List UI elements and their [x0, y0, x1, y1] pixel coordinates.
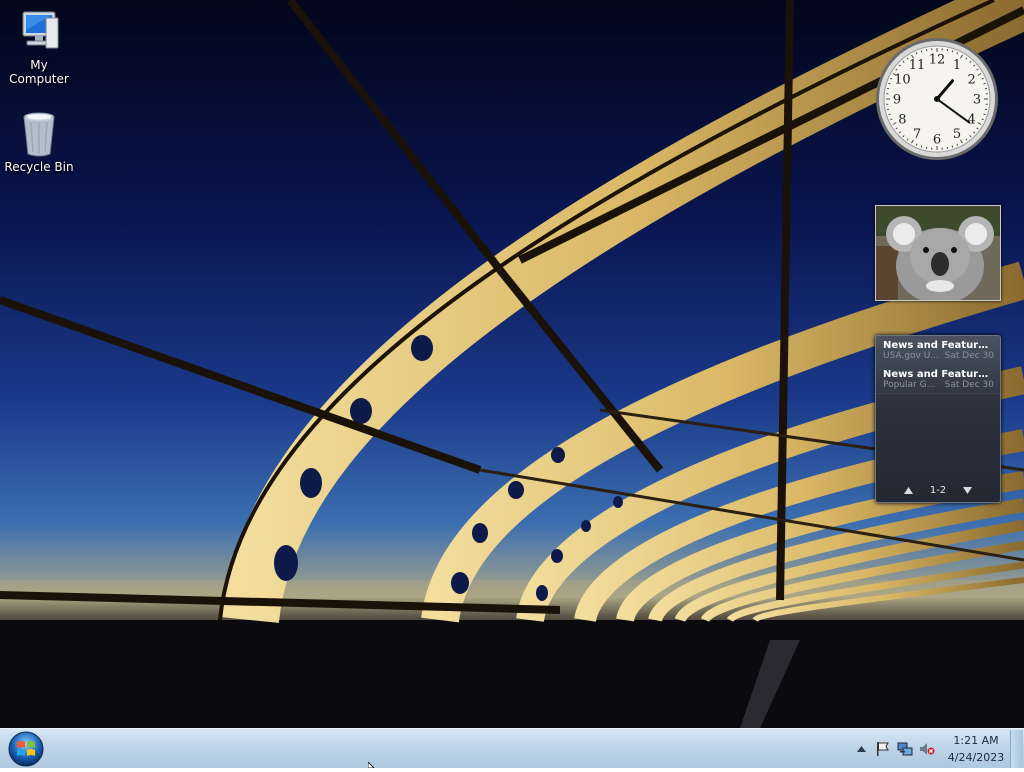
clock-numeral: 7: [913, 127, 921, 142]
feed-source: Popular G...: [883, 380, 941, 390]
feed-date: Sat Dec 30: [945, 351, 994, 361]
taskbar-time: 1:21 AM: [944, 732, 1008, 749]
clock-numeral: 11: [909, 58, 926, 73]
feed-title: News and Features f...: [883, 340, 994, 351]
desktop-icon-label: My Computer: [9, 58, 69, 86]
clock-tick: [952, 50, 953, 52]
system-tray: 1:21 AM 4/24/2023: [850, 729, 1024, 769]
clock-numeral: 4: [968, 113, 976, 128]
clock-numeral: 3: [973, 93, 981, 108]
taskbar: 1:21 AM 4/24/2023: [0, 728, 1024, 768]
taskbar-clock[interactable]: 1:21 AM 4/24/2023: [944, 732, 1008, 766]
action-center-flag-icon[interactable]: [875, 741, 891, 757]
clock-numeral: 9: [893, 93, 901, 108]
clock-tick: [984, 83, 986, 84]
clock-tick: [952, 146, 953, 148]
start-button[interactable]: [4, 730, 48, 768]
clock-tick: [984, 114, 986, 115]
desktop-icon-label: Recycle Bin: [4, 160, 73, 174]
pager-down-icon[interactable]: [962, 485, 972, 495]
clock-numeral: 10: [894, 73, 911, 88]
pager-label: 1-2: [930, 485, 946, 496]
slideshow-gadget[interactable]: [875, 205, 1001, 301]
network-icon[interactable]: [897, 741, 913, 757]
desktop-icon-my-computer[interactable]: My Computer: [0, 8, 78, 86]
recycle-bin-icon: [15, 110, 63, 158]
clock-numeral: 2: [968, 73, 976, 88]
desktop-icon-recycle-bin[interactable]: Recycle Bin: [0, 110, 78, 174]
desktop[interactable]: My Computer Recycle Bin 12 12 3 45678 9 1011: [0, 0, 1024, 728]
mouse-cursor: [368, 762, 376, 768]
feed-source: USA.gov U...: [883, 351, 941, 361]
clock-tick: [921, 146, 922, 148]
windows-logo-icon: [4, 730, 48, 768]
clock-face: 12 12 3 45678 9 1011: [875, 37, 999, 161]
clock-numeral: 8: [898, 113, 906, 128]
clock-tick: [921, 50, 922, 52]
volume-muted-icon[interactable]: [919, 741, 935, 757]
koala-photo: [876, 206, 1000, 300]
clock-tick: [888, 114, 890, 115]
feed-date: Sat Dec 30: [945, 380, 994, 390]
clock-numeral: 1: [953, 58, 961, 73]
feed-title: News and Features f...: [883, 369, 994, 380]
feeds-pager: 1-2: [876, 480, 1000, 500]
clock-numeral: 5: [953, 127, 961, 142]
feed-item[interactable]: News and Features f... USA.gov U... Sat …: [876, 336, 1000, 365]
feed-item[interactable]: News and Features f... Popular G... Sat …: [876, 365, 1000, 394]
pager-up-icon[interactable]: [904, 485, 914, 495]
show-desktop-button[interactable]: [1010, 730, 1023, 768]
show-hidden-icons-icon[interactable]: [853, 741, 869, 757]
clock-tick: [888, 83, 890, 84]
computer-icon: [15, 8, 63, 56]
taskbar-date: 4/24/2023: [944, 749, 1008, 766]
clock-numeral: 6: [933, 133, 941, 148]
feed-headlines-gadget[interactable]: News and Features f... USA.gov U... Sat …: [875, 335, 1001, 503]
clock-gadget[interactable]: 12 12 3 45678 9 1011: [875, 37, 999, 161]
clock-numeral: 12: [929, 53, 946, 68]
wallpaper: [0, 0, 1024, 728]
